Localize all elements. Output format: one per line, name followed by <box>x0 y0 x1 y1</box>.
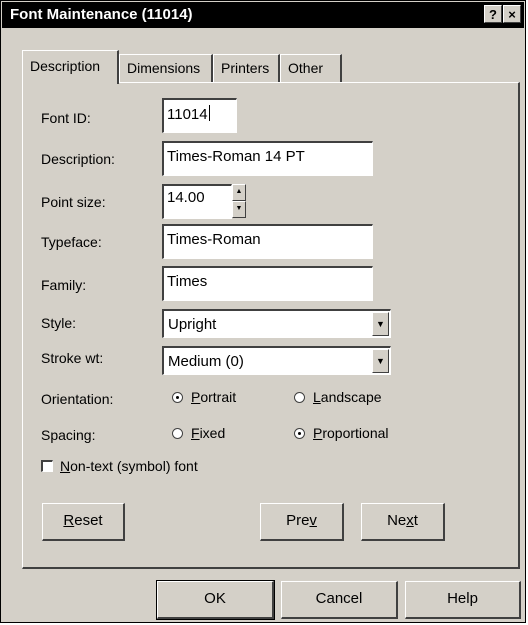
tab-description-label: Description <box>30 58 101 74</box>
tab-other-label: Other <box>288 60 324 76</box>
font-maintenance-dialog: Font Maintenance (11014) ? × Description… <box>0 0 526 623</box>
tab-printers[interactable]: Printers <box>213 54 280 82</box>
tab-dimensions[interactable]: Dimensions <box>119 54 213 82</box>
help-button[interactable]: Help <box>405 581 521 619</box>
ok-label: OK <box>204 590 226 607</box>
tab-description[interactable]: Description <box>22 50 119 84</box>
ok-button[interactable]: OK <box>156 580 275 620</box>
help-icon[interactable]: ? <box>484 5 502 23</box>
tab-dimensions-label: Dimensions <box>127 60 201 76</box>
cancel-label: Cancel <box>315 590 363 607</box>
tab-other[interactable]: Other <box>280 54 342 82</box>
close-icon[interactable]: × <box>503 5 521 23</box>
window-title: Font Maintenance (11014) <box>10 6 193 23</box>
description-tab-panel <box>22 82 520 569</box>
cancel-button[interactable]: Cancel <box>281 581 398 619</box>
title-bar[interactable]: Font Maintenance (11014) ? × <box>2 2 524 28</box>
help-label: Help <box>447 590 478 607</box>
tab-printers-label: Printers <box>221 60 270 76</box>
